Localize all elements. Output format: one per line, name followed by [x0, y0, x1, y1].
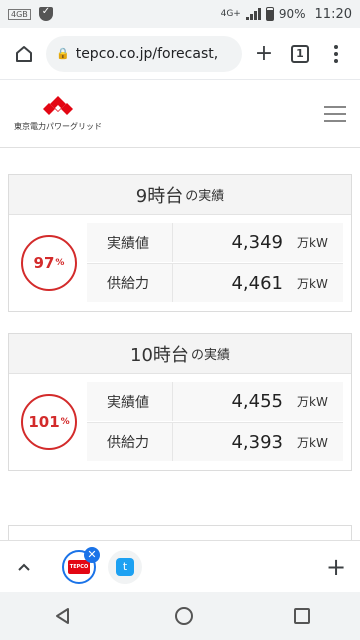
- new-tab-strip-button[interactable]: +: [322, 553, 350, 581]
- more-vert-icon: [334, 44, 338, 63]
- browser-toolbar: 🔒 tepco.co.jp/forecast, + 1: [0, 28, 360, 80]
- table-row: 供給力 4,393 万kW: [87, 422, 343, 462]
- row-label: 供給力: [87, 423, 173, 461]
- value-table: 実績値 4,455 万kW 供給力 4,393 万kW: [87, 382, 343, 462]
- result-card-10: 10時台 の実績 101% 実績値 4,455 万kW 供給力 4,393 万k…: [8, 333, 352, 471]
- row-label: 実績値: [87, 382, 173, 421]
- back-button[interactable]: [50, 604, 74, 628]
- value-table: 実績値 4,349 万kW 供給力 4,461 万kW: [87, 223, 343, 303]
- tab-strip: TEPCO ✕ t +: [0, 540, 360, 592]
- signal-icon: [245, 8, 261, 20]
- card-title: 10時台 の実績: [9, 334, 351, 374]
- expand-tabs-button[interactable]: [10, 553, 38, 581]
- home-button[interactable]: [6, 36, 42, 72]
- usage-rate-value: 97: [33, 254, 55, 272]
- table-row: 実績値 4,349 万kW: [87, 223, 343, 263]
- address-bar[interactable]: 🔒 tepco.co.jp/forecast,: [46, 35, 242, 72]
- site-header: 東京電力パワーグリッド: [0, 80, 360, 148]
- overflow-menu-button[interactable]: [318, 36, 354, 72]
- row-label: 実績値: [87, 223, 173, 262]
- shield-icon: [38, 6, 53, 21]
- row-value: 4,455: [231, 391, 283, 412]
- status-bar: 4GB 4G+ 90% 11:20: [0, 0, 360, 28]
- row-unit: 万kW: [297, 395, 328, 409]
- tab-twitter[interactable]: t: [108, 549, 142, 584]
- url-text: tepco.co.jp/forecast,: [75, 45, 219, 62]
- plus-icon: +: [325, 552, 347, 581]
- battery-icon: [265, 7, 274, 21]
- tepco-logo-mark: [43, 96, 73, 115]
- web-page: 東京電力パワーグリッド 9時台 の実績 97% 実績値 4,349 万kW 供給…: [0, 80, 360, 540]
- tab-switcher-button[interactable]: 1: [282, 36, 318, 72]
- usage-rate-unit: %: [55, 258, 65, 268]
- home-circle-icon[interactable]: [174, 607, 193, 625]
- logo-text: 東京電力パワーグリッド: [14, 122, 102, 131]
- network-label: 4G+: [220, 9, 241, 19]
- system-nav-bar: [0, 592, 360, 640]
- back-icon: [56, 608, 70, 624]
- card-hour: 10時台: [130, 344, 189, 366]
- row-value: 4,393: [231, 431, 283, 453]
- next-card-partial: [8, 525, 352, 540]
- row-unit: 万kW: [297, 276, 328, 291]
- table-row: 供給力 4,461 万kW: [87, 263, 343, 303]
- home-icon: [16, 45, 32, 62]
- result-card-9: 9時台 の実績 97% 実績値 4,349 万kW 供給力 4,461 万kW: [8, 174, 352, 312]
- card-suffix: の実績: [190, 348, 230, 363]
- battery-percent: 90%: [278, 7, 306, 21]
- tab-tepco[interactable]: TEPCO ✕: [62, 546, 100, 584]
- clock: 11:20: [314, 6, 352, 22]
- usage-rate-unit: %: [60, 417, 70, 427]
- lock-icon: 🔒: [56, 47, 70, 60]
- card-hour: 9時台: [135, 185, 184, 207]
- tepco-logo[interactable]: 東京電力パワーグリッド: [14, 95, 102, 132]
- new-tab-button[interactable]: +: [246, 36, 282, 72]
- table-row: 実績値 4,455 万kW: [87, 382, 343, 422]
- plus-icon: +: [254, 41, 274, 66]
- twitter-icon: t: [116, 557, 134, 576]
- usage-rate-gauge: 97%: [21, 235, 77, 291]
- row-unit: 万kW: [297, 435, 328, 450]
- chevron-up-icon: [18, 563, 30, 571]
- tab-count: 1: [291, 44, 309, 63]
- usage-rate-gauge: 101%: [21, 394, 77, 450]
- row-unit: 万kW: [297, 236, 328, 250]
- row-value: 4,349: [231, 232, 283, 253]
- row-value: 4,461: [231, 272, 283, 294]
- recents-square-icon[interactable]: [293, 608, 310, 624]
- card-suffix: の実績: [185, 189, 225, 204]
- hamburger-menu-icon[interactable]: [324, 105, 346, 122]
- card-title: 9時台 の実績: [9, 175, 351, 215]
- row-label: 供給力: [87, 264, 173, 302]
- usage-rate-value: 101: [28, 413, 60, 431]
- close-tab-icon[interactable]: ✕: [84, 546, 100, 563]
- storage-badge: 4GB: [8, 8, 31, 20]
